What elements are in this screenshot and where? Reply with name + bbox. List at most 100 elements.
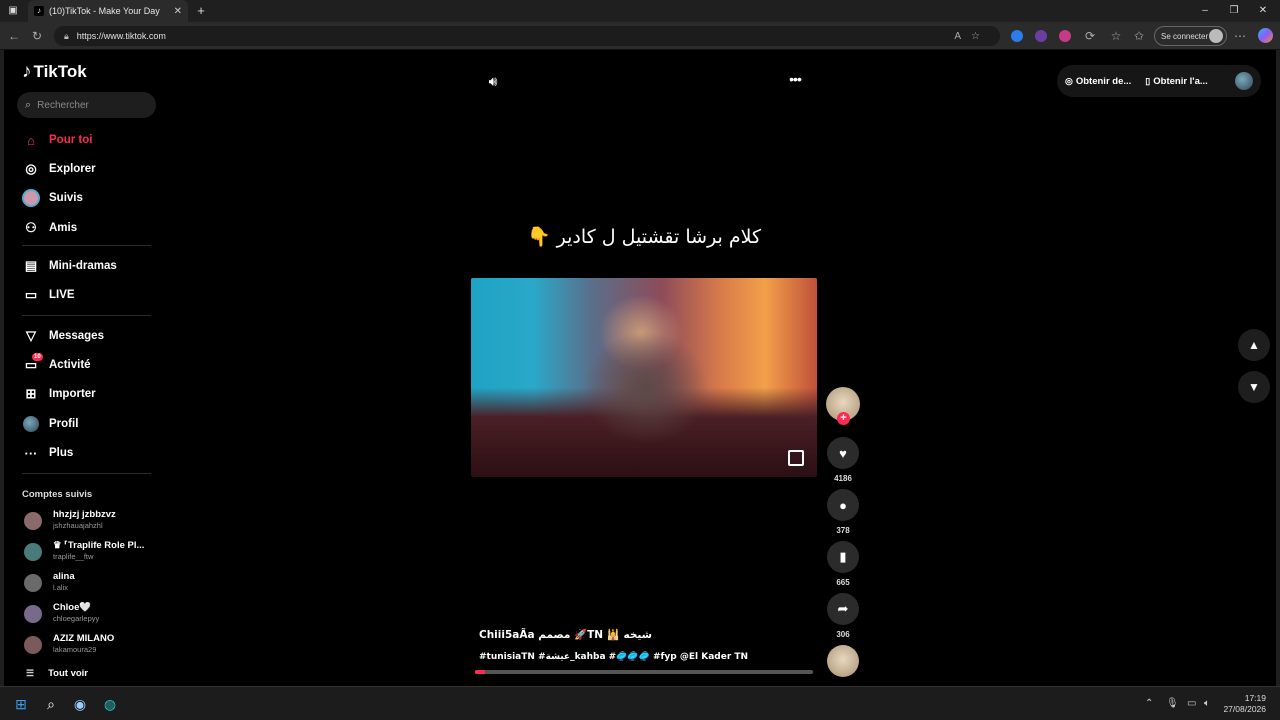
sidebar-item-amis[interactable]: ⚇ Amis <box>22 217 77 239</box>
favorite-star-icon[interactable]: A☆ <box>954 31 990 42</box>
chevron-down-icon: ▼ <box>1248 380 1260 394</box>
copilot-icon[interactable] <box>1258 28 1273 43</box>
avatar <box>24 574 42 592</box>
progress-fill <box>475 670 486 674</box>
logo-text: TikTok <box>33 62 87 81</box>
sidebar-item-suivis[interactable]: Suivis <box>22 187 83 209</box>
account-username: jshzhauajahzhl <box>53 521 103 530</box>
sidebar-item-profil[interactable]: Profil <box>22 413 78 435</box>
clock-time: 17:19 <box>1244 693 1266 703</box>
sidebar-item-explorer[interactable]: ◎ Explorer <box>22 158 95 180</box>
search-icon[interactable]: ⌕ <box>42 695 60 713</box>
sidebar-item-plus[interactable]: ··· Plus <box>22 442 74 464</box>
video-hashtags[interactable]: #tunisiaTN #عيشة_kahba #🥏🥏🥏 #fyp @El Kad… <box>479 652 748 662</box>
search-input[interactable]: ⌕ Rechercher <box>17 92 156 118</box>
inbox-icon: ▭ 10 <box>24 353 43 372</box>
sidebar-item-label: Mini-dramas <box>49 260 117 272</box>
video-caption: كلام برشا تقشتيل ل كادير 👇 <box>526 226 762 248</box>
sidebar-item-activite[interactable]: ▭ 10 Activité <box>22 353 91 376</box>
follow-plus-icon[interactable]: + <box>837 412 850 425</box>
get-coins-label: Obtenir de... <box>1075 75 1132 87</box>
account-username: lakamoura29 <box>53 645 97 654</box>
tab-close-icon[interactable]: ✕ <box>174 6 182 17</box>
like-button[interactable]: ♥ <box>827 437 859 469</box>
next-video-button[interactable]: ▼ <box>1238 371 1270 403</box>
save-count: 665 <box>836 578 850 587</box>
clock[interactable]: 17:19 27/08/2026 <box>1223 693 1266 715</box>
volume-icon[interactable]: 🔊︎ <box>484 73 502 91</box>
window-close-icon[interactable]: ✕ <box>1256 4 1270 18</box>
previous-video-button[interactable]: ▲ <box>1238 329 1270 361</box>
steam-icon[interactable]: ◉ <box>71 695 89 713</box>
account-username: l.alix <box>53 583 69 592</box>
music-disc-icon[interactable] <box>827 645 859 677</box>
sidebar-item-pour-toi[interactable]: ⌂ Pour toi <box>22 129 92 151</box>
sidebar-item-label: LIVE <box>49 289 75 301</box>
get-coins-button[interactable]: ◎ Obtenir de... <box>1065 76 1131 87</box>
tab-actions-icon[interactable]: ▣ <box>6 4 20 18</box>
extension-icon[interactable] <box>1035 30 1047 42</box>
address-bar[interactable]: 🔒︎ https://www.tiktok.com A☆ <box>54 26 1000 46</box>
sidebar-item-live[interactable]: ▭ LIVE <box>22 284 75 306</box>
user-avatar[interactable] <box>1235 72 1253 90</box>
extensions-icon[interactable]: ⟳ <box>1082 28 1098 44</box>
video-player[interactable] <box>471 278 817 477</box>
more-options-icon[interactable]: ••• <box>784 71 806 89</box>
browser-menu-icon[interactable]: ⋯ <box>1232 28 1248 44</box>
followed-account[interactable]: hhzjzj jzbbzvz jshzhauajahzhl <box>24 508 164 536</box>
followed-account[interactable]: AZIZ MILANO lakamoura29 <box>24 632 164 660</box>
windows-start-icon[interactable]: ⊞ <box>12 695 30 713</box>
followed-account[interactable]: Chloe🤍 chloegarlepyy <box>24 601 164 629</box>
more-dots-icon: ··· <box>24 445 38 461</box>
collections-icon[interactable]: ✩ <box>1131 28 1147 44</box>
taskbar: ⊞ ⌕ ◉ ◍ ⌃ 🎙︎ ▭ 🔈︎ 17:19 27/08/2026 <box>0 686 1280 720</box>
profile-avatar-icon <box>22 415 40 433</box>
comment-count: 378 <box>836 526 850 535</box>
get-app-button[interactable]: ▯ Obtenir l'a... <box>1145 76 1207 87</box>
coin-icon: ◎ <box>1065 75 1073 86</box>
maximize-icon[interactable]: ❐ <box>1227 4 1241 18</box>
sidebar-divider <box>22 473 151 474</box>
comment-button[interactable]: ● <box>827 489 859 521</box>
followed-account[interactable]: ♛ ⸢Traplife Role Pl... traplife__ftw <box>24 539 164 567</box>
speaker-icon[interactable]: 🔈︎ <box>1204 698 1210 709</box>
extension-icon[interactable] <box>1059 30 1071 42</box>
edge-icon[interactable]: ◍ <box>101 695 119 713</box>
tiktok-logo[interactable]: ♪ TikTok <box>22 61 87 83</box>
favorites-icon[interactable]: ☆ <box>1108 28 1124 44</box>
bookmark-icon: ▮ <box>839 549 847 564</box>
fullscreen-icon[interactable] <box>788 450 804 466</box>
friends-icon: ⚇ <box>25 220 37 235</box>
refresh-icon[interactable]: ↻ <box>29 28 45 44</box>
sign-in-button[interactable]: Se connecter <box>1154 26 1227 46</box>
browser-tab[interactable]: ♪ (10)TikTok - Make Your Day ✕ <box>28 0 188 22</box>
extension-icon[interactable] <box>1011 30 1023 42</box>
video-progress-bar[interactable] <box>475 670 813 674</box>
minimize-icon[interactable]: – <box>1198 4 1212 18</box>
avatar <box>24 636 42 654</box>
sidebar-item-label: Plus <box>49 447 74 459</box>
video-author[interactable]: Chiii5aÃa مصمم 🚀TN 🕌 شيخه <box>479 628 652 641</box>
new-tab-icon[interactable]: + <box>194 4 208 18</box>
account-username: chloegarlepyy <box>53 614 100 623</box>
avatar <box>24 512 42 530</box>
sidebar-item-importer[interactable]: ⊞ Importer <box>22 383 96 405</box>
tiktok-page: ♪ TikTok ⌕ Rechercher ⌂ Pour toi ◎ Explo… <box>0 50 1280 686</box>
sidebar-item-mini-dramas[interactable]: ▤ Mini-dramas <box>22 255 117 277</box>
tray-expand-icon[interactable]: ⌃ <box>1145 698 1153 709</box>
sidebar-divider <box>22 245 151 246</box>
see-all-button[interactable]: ☰ Tout voir <box>26 668 88 679</box>
search-icon: ⌕ <box>25 98 32 111</box>
back-icon[interactable]: ← <box>6 28 22 44</box>
save-button[interactable]: ▮ <box>827 541 859 573</box>
sidebar-item-label: Suivis <box>49 192 83 204</box>
url-text: https://www.tiktok.com <box>76 31 166 41</box>
microphone-icon[interactable]: 🎙︎ <box>1166 698 1179 709</box>
sidebar-item-label: Importer <box>49 388 96 400</box>
sidebar-item-messages[interactable]: ▽ Messages <box>22 325 104 347</box>
tiktok-note-icon: ♪ <box>22 61 32 82</box>
followed-account[interactable]: alina l.alix <box>24 570 164 598</box>
network-icon[interactable]: ▭ <box>1187 698 1196 709</box>
avatar <box>24 605 42 623</box>
share-button[interactable]: ➦ <box>827 593 859 625</box>
